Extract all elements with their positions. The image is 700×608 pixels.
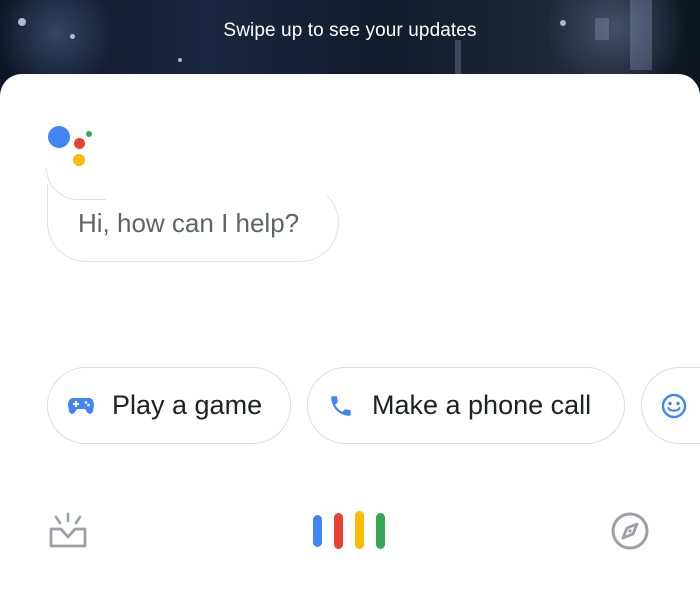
mic-bar-green bbox=[376, 513, 385, 549]
mic-bars-icon[interactable] bbox=[310, 511, 392, 549]
gamepad-icon bbox=[66, 391, 96, 421]
assistant-screen: Swipe up to see your updates Hi, how can… bbox=[0, 0, 700, 608]
greeting-bubble: Hi, how can I help? bbox=[47, 184, 339, 262]
google-assistant-logo bbox=[46, 124, 96, 168]
logo-dot-blue bbox=[48, 126, 70, 148]
suggestion-chip-phone-call[interactable]: Make a phone call bbox=[307, 367, 625, 444]
updates-tray-icon[interactable] bbox=[48, 512, 92, 550]
mic-bar-blue bbox=[313, 515, 322, 547]
mic-bar-red bbox=[334, 513, 343, 549]
suggestion-chip-label: Make a phone call bbox=[372, 390, 592, 420]
wallpaper-pole bbox=[455, 40, 461, 74]
smiley-icon bbox=[659, 391, 689, 421]
swipe-up-hint[interactable]: Swipe up to see your updates bbox=[0, 20, 700, 42]
mic-bar-yellow bbox=[355, 511, 364, 549]
compass-icon[interactable] bbox=[610, 511, 650, 551]
wallpaper-light bbox=[178, 58, 182, 62]
suggestion-chip-label: Play a game bbox=[112, 390, 263, 420]
greeting-text: Hi, how can I help? bbox=[78, 207, 300, 238]
logo-dot-yellow bbox=[73, 154, 85, 166]
logo-dot-green bbox=[86, 131, 92, 137]
logo-dot-red bbox=[74, 138, 85, 149]
suggestion-chip-play-game[interactable]: Play a game bbox=[47, 367, 291, 444]
phone-icon bbox=[326, 391, 356, 421]
